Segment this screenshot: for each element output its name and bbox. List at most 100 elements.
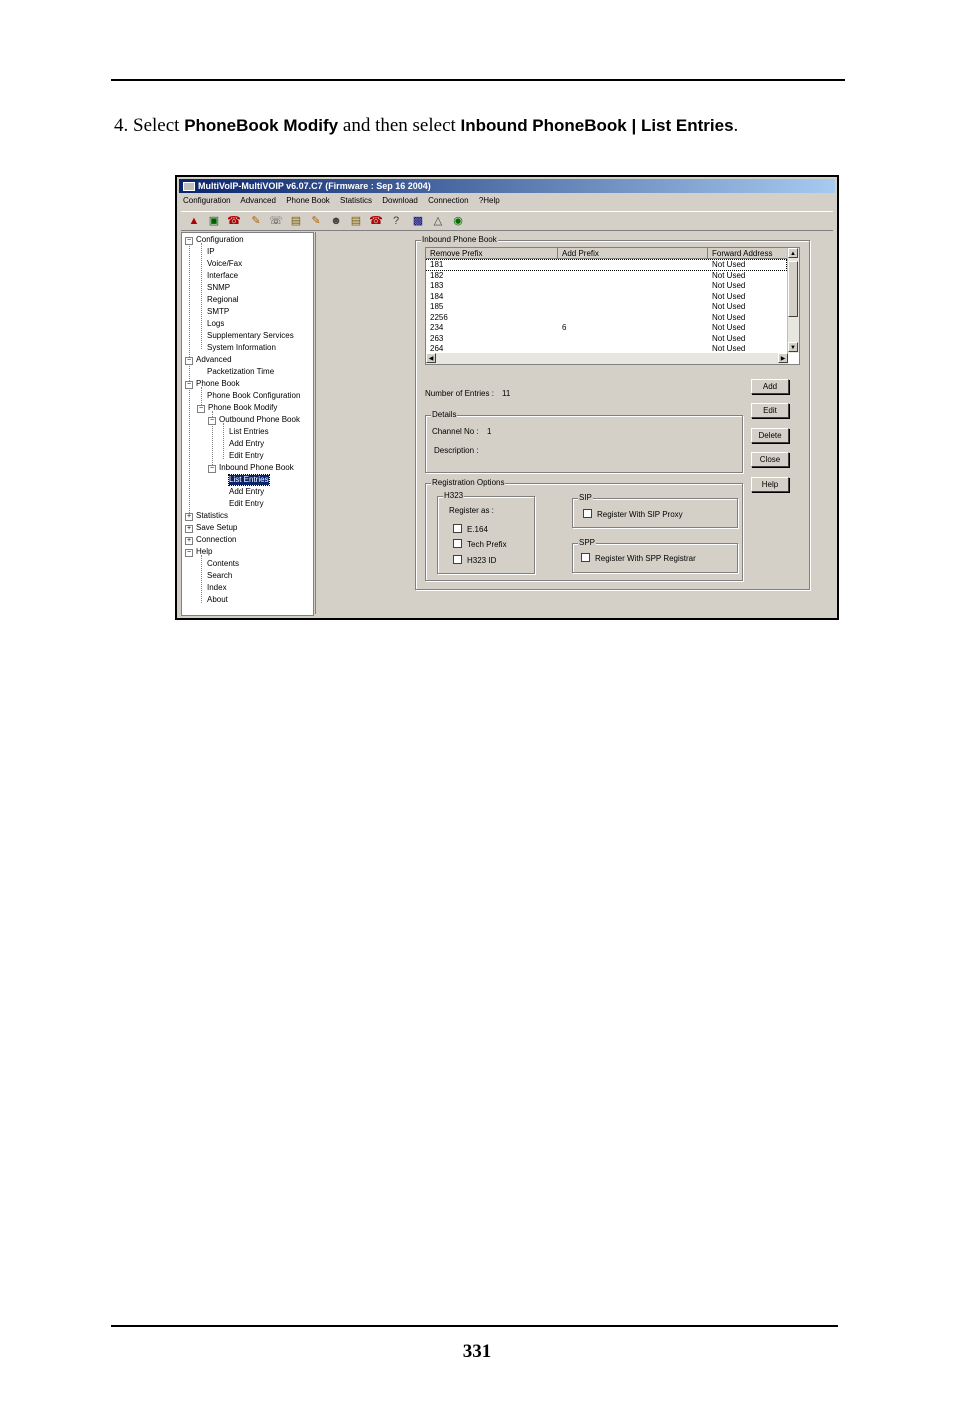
tree-regional[interactable]: Regional [207,295,239,305]
vertical-scrollbar[interactable]: ▲ ▼ [787,248,799,353]
tree-outbound-list-entries[interactable]: List Entries [229,427,269,437]
monitor-icon[interactable]: ▣ [207,214,221,228]
menu-download[interactable]: Download [382,196,418,205]
tree-inbound-add-entry[interactable]: Add Entry [229,487,264,497]
sip-proxy-checkbox[interactable]: Register With SIP Proxy [583,509,683,520]
scroll-right-icon[interactable]: ▶ [778,353,788,363]
tree-inbound-list-entries[interactable]: List Entries [228,474,270,486]
e164-checkbox[interactable]: E.164 [453,524,488,535]
upload-icon[interactable]: △ [431,214,445,228]
col-remove-prefix[interactable]: Remove Prefix [426,248,558,259]
globe-icon[interactable]: ◉ [451,214,465,228]
register-as-label: Register as : [449,506,494,515]
entries-list[interactable]: Remove Prefix Add Prefix Forward Address… [425,247,800,365]
title-bar[interactable]: MultiVoIP-MultiVOIP v6.07.C7 (Firmware :… [179,179,835,193]
tree-ip[interactable]: IP [207,247,215,257]
tree-save-setup[interactable]: + Save Setup [185,523,237,533]
network-icon[interactable]: ▲ [187,214,201,228]
phone2-icon[interactable]: ☎ [369,214,383,228]
scroll-thumb[interactable] [788,261,798,317]
channel-label: Channel No : [432,427,479,436]
tree-advanced[interactable]: − Advanced [185,355,232,365]
tree-line [223,423,224,459]
tree-search[interactable]: Search [207,571,232,581]
tree-phone-book-modify[interactable]: − Phone Book Modify [197,403,277,413]
phone-icon[interactable]: ☎ [227,214,241,228]
menu-help[interactable]: ?Help [479,196,500,205]
entries-count-value: 11 [502,389,511,398]
scroll-up-icon[interactable]: ▲ [788,248,798,258]
list-row[interactable]: 182 Not Used [426,271,786,281]
person-icon[interactable]: ☻ [329,214,343,228]
tree-logs[interactable]: Logs [207,319,224,329]
tree-phone-book-configuration[interactable]: Phone Book Configuration [207,391,300,401]
tree-contents[interactable]: Contents [207,559,239,569]
tree-connection[interactable]: + Connection [185,535,236,545]
app-icon [183,182,195,192]
tree-statistics[interactable]: + Statistics [185,511,228,521]
menu-phone-book[interactable]: Phone Book [286,196,330,205]
add-button[interactable]: Add [751,379,789,394]
entries-count-label: Number of Entries : [425,389,494,398]
book2-icon[interactable]: ▤ [349,214,363,228]
horizontal-scrollbar[interactable]: ◀ ▶ [426,353,788,364]
bottom-rule [111,1325,838,1327]
tree-help[interactable]: − Help [185,547,212,557]
checkbox-icon [453,539,462,548]
col-add-prefix[interactable]: Add Prefix [558,248,708,259]
list-row[interactable]: 263 Not Used [426,334,786,344]
scroll-left-icon[interactable]: ◀ [426,353,436,363]
tree-inbound-phone-book[interactable]: − Inbound Phone Book [208,463,294,473]
tree-inbound-edit-entry[interactable]: Edit Entry [229,499,264,509]
h323-label: H323 [443,491,465,501]
tree-index[interactable]: Index [207,583,227,593]
menu-statistics[interactable]: Statistics [340,196,372,205]
page-number: 331 [462,1341,492,1362]
delete-button[interactable]: Delete [751,428,789,443]
menu-bar: Configuration Advanced Phone Book Statis… [183,196,508,208]
scroll-down-icon[interactable]: ▼ [788,342,798,352]
tree-outbound-add-entry[interactable]: Add Entry [229,439,264,449]
tree-outbound-phone-book[interactable]: − Outbound Phone Book [208,415,300,425]
tree-supplementary-services[interactable]: Supplementary Services [207,331,294,341]
step-term-phonebook-modify: PhoneBook Modify [184,116,339,135]
h323-id-checkbox[interactable]: H323 ID [453,555,496,566]
book-icon[interactable]: ▤ [289,214,303,228]
tree-voice-fax[interactable]: Voice/Fax [207,259,242,269]
window-title: MultiVoIP-MultiVOIP v6.07.C7 (Firmware :… [198,181,431,191]
close-button[interactable]: Close [751,452,789,467]
tree-smtp[interactable]: SMTP [207,307,229,317]
menu-connection[interactable]: Connection [428,196,468,205]
tech-prefix-checkbox[interactable]: Tech Prefix [453,539,507,550]
question-icon[interactable]: ? [389,214,403,228]
menu-configuration[interactable]: Configuration [183,196,231,205]
call-icon[interactable]: ☏ [269,214,283,228]
menu-advanced[interactable]: Advanced [240,196,276,205]
tree-snmp[interactable]: SNMP [207,283,230,293]
edit-button[interactable]: Edit [751,403,789,418]
list-row[interactable]: 184 Not Used [426,292,786,302]
spp-registrar-checkbox[interactable]: Register With SPP Registrar [581,553,696,564]
tree-packetization-time[interactable]: Packetization Time [207,367,274,377]
tree-system-information[interactable]: System Information [207,343,276,353]
spp-group: SPP Register With SPP Registrar [572,538,738,573]
help-button[interactable]: Help [751,477,789,492]
tree-configuration[interactable]: − Configuration [185,235,244,245]
tree-about[interactable]: About [207,595,228,605]
list-row[interactable]: 234 6 Not Used [426,323,786,333]
tree-interface[interactable]: Interface [207,271,238,281]
list-row[interactable]: 185 Not Used [426,302,786,312]
save-icon[interactable]: ▩ [411,214,425,228]
list-row[interactable]: 183 Not Used [426,281,786,291]
tree-outbound-edit-entry[interactable]: Edit Entry [229,451,264,461]
tree-phone-book[interactable]: − Phone Book [185,379,240,389]
list-row[interactable]: 181 Not Used [426,259,787,271]
step-instruction: 4. Select PhoneBook Modify and then sele… [114,115,738,137]
step-text-mid: and then select [338,115,461,136]
step-text-end: . [733,115,739,136]
edit2-icon[interactable]: ✎ [309,214,323,228]
list-row[interactable]: 2256 Not Used [426,313,786,323]
edit-icon[interactable]: ✎ [249,214,263,228]
col-forward-address[interactable]: Forward Address [708,248,788,259]
toolbar: ▲ ▣ ☎ ✎ ☏ ▤ ✎ ☻ ▤ ☎ ? ▩ △ ◉ [181,211,833,231]
